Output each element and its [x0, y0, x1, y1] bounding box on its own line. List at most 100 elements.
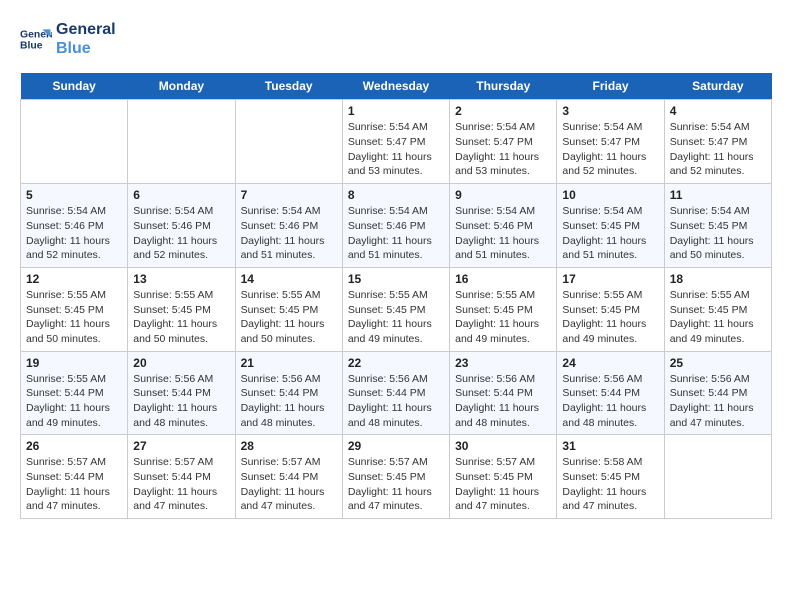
- day-number: 22: [348, 356, 444, 370]
- day-number: 3: [562, 104, 658, 118]
- week-row-5: 26 Sunrise: 5:57 AM Sunset: 5:44 PM Dayli…: [21, 435, 772, 519]
- calendar-cell: 13 Sunrise: 5:55 AM Sunset: 5:45 PM Dayli…: [128, 267, 235, 351]
- calendar-cell: [664, 435, 771, 519]
- calendar-cell: 7 Sunrise: 5:54 AM Sunset: 5:46 PM Daylig…: [235, 184, 342, 268]
- day-number: 25: [670, 356, 766, 370]
- calendar-cell: 26Sunrise: 5:57 AM Sunset: 5:44 PM Dayli…: [21, 435, 128, 519]
- calendar-cell: 1 Sunrise: 5:54 AM Sunset: 5:47 PM Daylig…: [342, 100, 449, 184]
- weekday-header-sunday: Sunday: [21, 73, 128, 100]
- calendar-cell: 12 Sunrise: 5:55 AM Sunset: 5:45 PM Dayli…: [21, 267, 128, 351]
- day-number: 1: [348, 104, 444, 118]
- cell-info: Sunrise: 5:55 AM Sunset: 5:45 PM Dayligh…: [562, 288, 658, 347]
- calendar-cell: 28 Sunrise: 5:57 AM Sunset: 5:44 PM Dayli…: [235, 435, 342, 519]
- day-number: 10: [562, 188, 658, 202]
- day-number: 19: [26, 356, 122, 370]
- cell-info: Sunrise: 5:56 AM Sunset: 5:44 PM Dayligh…: [241, 372, 337, 431]
- calendar-cell: 3Sunrise: 5:54 AM Sunset: 5:47 PM Daylig…: [557, 100, 664, 184]
- cell-info: Sunrise: 5:58 AM Sunset: 5:45 PM Dayligh…: [562, 455, 658, 514]
- day-number: 6: [133, 188, 229, 202]
- calendar-cell: 22 Sunrise: 5:56 AM Sunset: 5:44 PM Dayli…: [342, 351, 449, 435]
- day-number: 27: [133, 439, 229, 453]
- cell-info: Sunrise: 5:56 AM Sunset: 5:44 PM Dayligh…: [455, 372, 551, 431]
- calendar-cell: 17Sunrise: 5:55 AM Sunset: 5:45 PM Dayli…: [557, 267, 664, 351]
- day-number: 15: [348, 272, 444, 286]
- calendar-body: 1 Sunrise: 5:54 AM Sunset: 5:47 PM Daylig…: [21, 100, 772, 519]
- calendar-cell: 15 Sunrise: 5:55 AM Sunset: 5:45 PM Dayli…: [342, 267, 449, 351]
- weekday-header-friday: Friday: [557, 73, 664, 100]
- calendar-cell: 25 Sunrise: 5:56 AM Sunset: 5:44 PM Dayli…: [664, 351, 771, 435]
- calendar-cell: [235, 100, 342, 184]
- cell-info: Sunrise: 5:56 AM Sunset: 5:44 PM Dayligh…: [562, 372, 658, 431]
- cell-info: Sunrise: 5:54 AM Sunset: 5:46 PM Dayligh…: [455, 204, 551, 263]
- weekday-header-saturday: Saturday: [664, 73, 771, 100]
- cell-info: Sunrise: 5:55 AM Sunset: 5:45 PM Dayligh…: [133, 288, 229, 347]
- calendar-cell: 20Sunrise: 5:56 AM Sunset: 5:44 PM Dayli…: [128, 351, 235, 435]
- calendar-cell: 30Sunrise: 5:57 AM Sunset: 5:45 PM Dayli…: [450, 435, 557, 519]
- cell-info: Sunrise: 5:57 AM Sunset: 5:44 PM Dayligh…: [133, 455, 229, 514]
- weekday-header-monday: Monday: [128, 73, 235, 100]
- cell-info: Sunrise: 5:54 AM Sunset: 5:46 PM Dayligh…: [26, 204, 122, 263]
- calendar-cell: 19Sunrise: 5:55 AM Sunset: 5:44 PM Dayli…: [21, 351, 128, 435]
- weekday-header-row: SundayMondayTuesdayWednesdayThursdayFrid…: [21, 73, 772, 100]
- week-row-1: 1 Sunrise: 5:54 AM Sunset: 5:47 PM Daylig…: [21, 100, 772, 184]
- cell-info: Sunrise: 5:54 AM Sunset: 5:45 PM Dayligh…: [562, 204, 658, 263]
- day-number: 12: [26, 272, 122, 286]
- day-number: 20: [133, 356, 229, 370]
- cell-info: Sunrise: 5:57 AM Sunset: 5:44 PM Dayligh…: [241, 455, 337, 514]
- day-number: 24: [562, 356, 658, 370]
- svg-text:Blue: Blue: [20, 41, 43, 52]
- calendar-cell: 11 Sunrise: 5:54 AM Sunset: 5:45 PM Dayli…: [664, 184, 771, 268]
- cell-info: Sunrise: 5:55 AM Sunset: 5:45 PM Dayligh…: [348, 288, 444, 347]
- logo-name: GeneralBlue: [56, 20, 116, 58]
- day-number: 31: [562, 439, 658, 453]
- cell-info: Sunrise: 5:54 AM Sunset: 5:46 PM Dayligh…: [241, 204, 337, 263]
- calendar-cell: 8 Sunrise: 5:54 AM Sunset: 5:46 PM Daylig…: [342, 184, 449, 268]
- calendar-cell: 24 Sunrise: 5:56 AM Sunset: 5:44 PM Dayli…: [557, 351, 664, 435]
- cell-info: Sunrise: 5:54 AM Sunset: 5:47 PM Dayligh…: [348, 120, 444, 179]
- day-number: 8: [348, 188, 444, 202]
- day-number: 28: [241, 439, 337, 453]
- day-number: 26: [26, 439, 122, 453]
- cell-info: Sunrise: 5:55 AM Sunset: 5:45 PM Dayligh…: [241, 288, 337, 347]
- weekday-header-tuesday: Tuesday: [235, 73, 342, 100]
- cell-info: Sunrise: 5:55 AM Sunset: 5:45 PM Dayligh…: [26, 288, 122, 347]
- day-number: 29: [348, 439, 444, 453]
- cell-info: Sunrise: 5:57 AM Sunset: 5:45 PM Dayligh…: [348, 455, 444, 514]
- cell-info: Sunrise: 5:54 AM Sunset: 5:47 PM Dayligh…: [670, 120, 766, 179]
- day-number: 11: [670, 188, 766, 202]
- calendar-cell: [21, 100, 128, 184]
- page-header: General Blue GeneralBlue: [20, 20, 772, 58]
- calendar-cell: 10 Sunrise: 5:54 AM Sunset: 5:45 PM Dayli…: [557, 184, 664, 268]
- calendar-table: SundayMondayTuesdayWednesdayThursdayFrid…: [20, 73, 772, 519]
- calendar-cell: 18Sunrise: 5:55 AM Sunset: 5:45 PM Dayli…: [664, 267, 771, 351]
- calendar-cell: 4 Sunrise: 5:54 AM Sunset: 5:47 PM Daylig…: [664, 100, 771, 184]
- calendar-cell: 29 Sunrise: 5:57 AM Sunset: 5:45 PM Dayli…: [342, 435, 449, 519]
- weekday-header-wednesday: Wednesday: [342, 73, 449, 100]
- day-number: 14: [241, 272, 337, 286]
- weekday-header-thursday: Thursday: [450, 73, 557, 100]
- day-number: 30: [455, 439, 551, 453]
- day-number: 16: [455, 272, 551, 286]
- day-number: 23: [455, 356, 551, 370]
- cell-info: Sunrise: 5:55 AM Sunset: 5:45 PM Dayligh…: [455, 288, 551, 347]
- day-number: 7: [241, 188, 337, 202]
- week-row-2: 5 Sunrise: 5:54 AM Sunset: 5:46 PM Daylig…: [21, 184, 772, 268]
- cell-info: Sunrise: 5:54 AM Sunset: 5:46 PM Dayligh…: [348, 204, 444, 263]
- cell-info: Sunrise: 5:54 AM Sunset: 5:45 PM Dayligh…: [670, 204, 766, 263]
- cell-info: Sunrise: 5:56 AM Sunset: 5:44 PM Dayligh…: [348, 372, 444, 431]
- calendar-cell: 2 Sunrise: 5:54 AM Sunset: 5:47 PM Daylig…: [450, 100, 557, 184]
- week-row-3: 12 Sunrise: 5:55 AM Sunset: 5:45 PM Dayli…: [21, 267, 772, 351]
- cell-info: Sunrise: 5:56 AM Sunset: 5:44 PM Dayligh…: [670, 372, 766, 431]
- day-number: 5: [26, 188, 122, 202]
- day-number: 2: [455, 104, 551, 118]
- calendar-cell: [128, 100, 235, 184]
- calendar-cell: 6Sunrise: 5:54 AM Sunset: 5:46 PM Daylig…: [128, 184, 235, 268]
- calendar-cell: 21 Sunrise: 5:56 AM Sunset: 5:44 PM Dayli…: [235, 351, 342, 435]
- day-number: 13: [133, 272, 229, 286]
- cell-info: Sunrise: 5:54 AM Sunset: 5:47 PM Dayligh…: [455, 120, 551, 179]
- day-number: 9: [455, 188, 551, 202]
- calendar-cell: 23 Sunrise: 5:56 AM Sunset: 5:44 PM Dayli…: [450, 351, 557, 435]
- day-number: 18: [670, 272, 766, 286]
- day-number: 21: [241, 356, 337, 370]
- day-number: 4: [670, 104, 766, 118]
